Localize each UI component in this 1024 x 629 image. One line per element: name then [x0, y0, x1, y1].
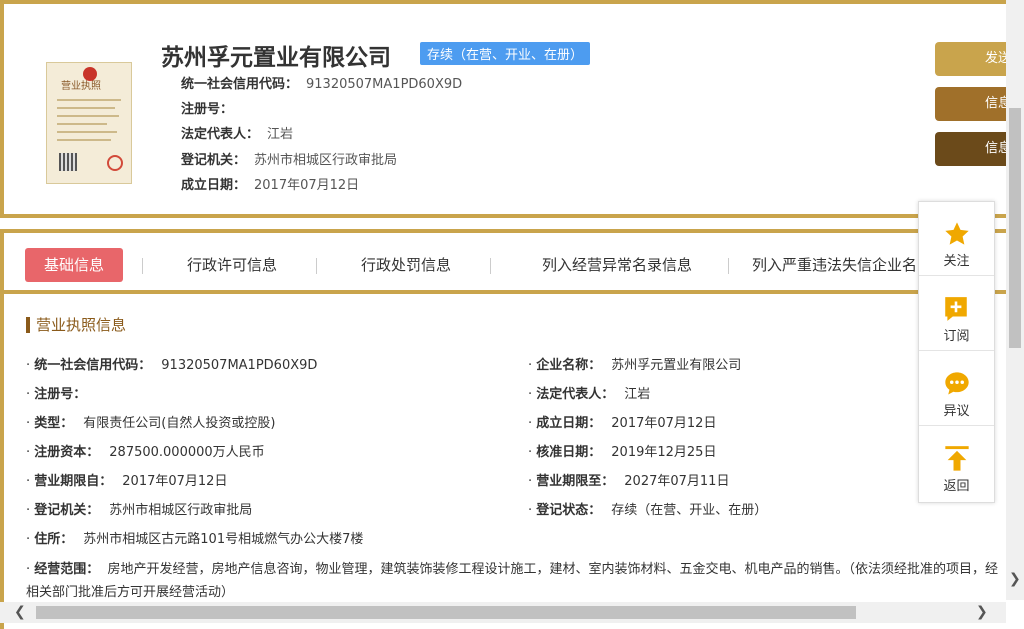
field-address: · 住所： 苏州市相城区古元路101号相城燃气办公大楼7楼 — [26, 532, 364, 547]
field-company-name: · 企业名称： 苏州孚元置业有限公司 — [528, 358, 742, 373]
vertical-scroll-thumb[interactable] — [1009, 108, 1021, 348]
qr-code-icon — [59, 153, 77, 171]
field-approval-date: · 核准日期： 2019年12月25日 — [528, 445, 717, 460]
field-registration-authority: · 登记机关： 苏州市相城区行政审批局 — [26, 503, 253, 518]
license-title: 营业执照 — [61, 81, 101, 92]
header-legal-rep: 法定代表人： 江岩 — [181, 127, 294, 142]
info-button-2[interactable]: 信息 — [935, 132, 1015, 166]
scroll-right-arrow-icon[interactable]: ❯ — [976, 605, 988, 619]
field-type: · 类型： 有限责任公司(自然人投资或控股) — [26, 416, 276, 431]
field-established-date: · 成立日期： 2017年07月12日 — [528, 416, 717, 431]
field-term-to: · 营业期限至： 2027年07月11日 — [528, 474, 730, 489]
header-reg-number: 注册号： — [181, 102, 234, 117]
seal-icon — [107, 155, 123, 171]
header-registration-authority: 登记机关： 苏州市相城区行政审批局 — [181, 153, 398, 168]
field-term-from: · 营业期限自： 2017年07月12日 — [26, 474, 228, 489]
scroll-down-arrow-icon[interactable]: ❯ — [1009, 572, 1021, 586]
tab-basic-info[interactable]: 基础信息 — [25, 248, 123, 282]
horizontal-scrollbar[interactable]: ❮ ❯ — [0, 602, 1006, 623]
header-credit-code: 统一社会信用代码： 91320507MA1PD60X9D — [181, 77, 463, 92]
scroll-left-arrow-icon[interactable]: ❮ — [14, 605, 26, 619]
star-icon — [945, 222, 969, 245]
tab-underline — [4, 290, 1006, 294]
follow-button[interactable]: 关注 — [919, 202, 994, 276]
send-button[interactable]: 发送 — [935, 42, 1015, 76]
horizontal-scroll-thumb[interactable] — [36, 606, 856, 619]
chat-icon — [945, 372, 969, 395]
field-legal-rep: · 法定代表人： 江岩 — [528, 387, 651, 402]
field-registration-status: · 登记状态： 存续（在营、开业、在册） — [528, 503, 768, 518]
back-to-top-icon — [945, 446, 969, 471]
company-name: 苏州孚元置业有限公司 — [161, 45, 391, 71]
header-established-date: 成立日期： 2017年07月12日 — [181, 178, 360, 193]
section-title: 营业执照信息 — [26, 317, 126, 333]
tab-abnormal-list[interactable]: 列入经营异常名录信息 — [512, 248, 722, 282]
info-button-1[interactable]: 信息 — [935, 87, 1015, 121]
tab-bar: 基础信息 行政许可信息 行政处罚信息 列入经营异常名录信息 列入严重违法失信企业… — [4, 248, 1006, 288]
business-license-thumbnail[interactable]: 营业执照 — [46, 62, 132, 184]
tab-admin-penalty[interactable]: 行政处罚信息 — [338, 248, 474, 282]
tab-admin-license[interactable]: 行政许可信息 — [164, 248, 300, 282]
field-credit-code: · 统一社会信用代码： 91320507MA1PD60X9D — [26, 358, 318, 373]
back-to-top-button[interactable]: 返回 — [919, 427, 994, 501]
field-reg-number: · 注册号： — [26, 387, 87, 402]
field-registered-capital: · 注册资本： 287500.000000万人民币 — [26, 445, 265, 460]
objection-button[interactable]: 异议 — [919, 352, 994, 426]
subscribe-button[interactable]: 订阅 — [919, 277, 994, 351]
field-business-scope: · 经营范围： 房地产开发经营，房地产信息咨询，物业管理，建筑装饰装修工程设计施… — [26, 562, 999, 600]
subscribe-icon — [945, 297, 967, 321]
floating-action-panel: 关注 订阅 异议 返回 — [918, 201, 995, 503]
company-header-card — [0, 0, 1006, 218]
status-badge: 存续（在营、开业、在册） — [420, 42, 591, 65]
vertical-scrollbar[interactable]: ❯ — [1006, 0, 1024, 600]
